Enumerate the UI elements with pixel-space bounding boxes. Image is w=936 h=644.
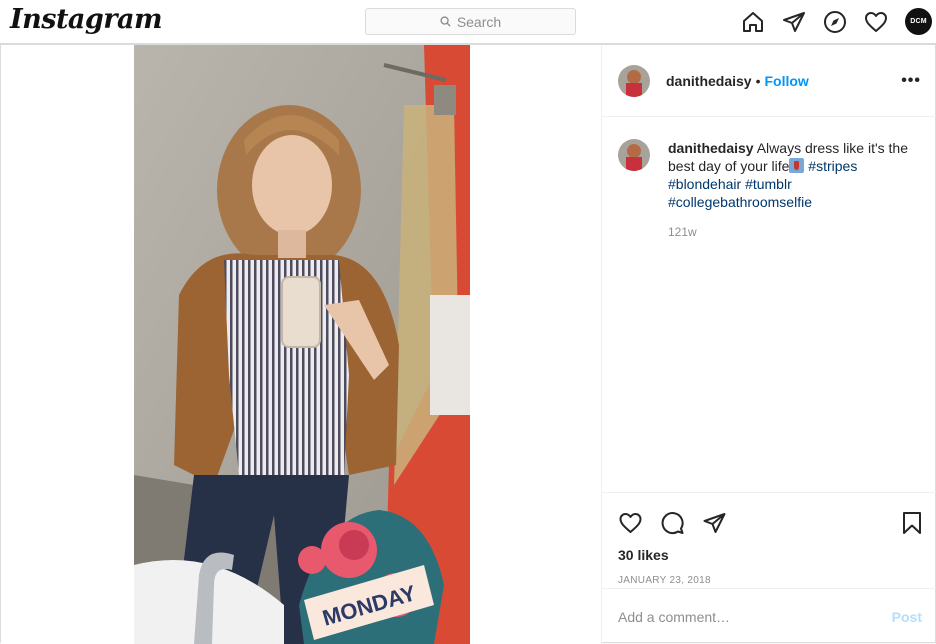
post-comment-button[interactable]: Post [892, 609, 922, 625]
post-sidebar: danithedaisy • Follow ••• danithedaisy A… [601, 45, 936, 644]
post-header: danithedaisy • Follow ••• [602, 45, 936, 117]
caption-text: danithedaisy Always dress like it's the … [668, 139, 914, 211]
activity-heart-icon[interactable] [864, 10, 888, 34]
caption-avatar[interactable] [618, 139, 650, 171]
search-placeholder: Search [456, 13, 502, 30]
profile-badge-text: DCM [910, 18, 927, 25]
author-username[interactable]: danithedaisy [666, 73, 752, 89]
caption-username[interactable]: danithedaisy [668, 140, 754, 156]
comment-form: Add a comment… Post [602, 588, 936, 644]
hashtag-link[interactable]: #collegebathroomselfie [668, 194, 812, 210]
necktie-emoji-icon [789, 158, 805, 173]
caption-time[interactable]: 121w [668, 225, 936, 239]
actions-section: 30 likes JANUARY 23, 2018 [602, 492, 936, 586]
more-options-icon[interactable]: ••• [901, 72, 921, 90]
caption: danithedaisy Always dress like it's the … [602, 117, 936, 211]
top-nav: Instagram Search DCM [0, 0, 936, 44]
selfie-photo-illustration: MONDAY [134, 45, 470, 644]
hashtag-link[interactable]: #stripes [808, 158, 857, 174]
explore-icon[interactable] [823, 10, 847, 34]
post-container: MONDAY danithedaisy • Follow ••• danithe… [0, 44, 936, 644]
direct-icon[interactable] [782, 10, 806, 34]
hashtag-link[interactable]: #tumblr [745, 176, 792, 192]
likes-count[interactable]: 30 likes [602, 547, 936, 563]
instagram-logo[interactable]: Instagram [10, 4, 163, 35]
post-photo[interactable]: MONDAY [134, 45, 470, 644]
comment-icon[interactable] [660, 511, 685, 535]
profile-avatar[interactable]: DCM [905, 8, 932, 35]
header-separator: • [755, 72, 761, 89]
share-icon[interactable] [702, 511, 727, 535]
post-date: JANUARY 23, 2018 [618, 575, 711, 586]
bookmark-icon[interactable] [900, 511, 924, 535]
home-icon[interactable] [741, 10, 765, 34]
search-icon [440, 16, 451, 27]
like-heart-icon[interactable] [618, 511, 643, 535]
media-area: MONDAY [1, 45, 601, 644]
author-avatar[interactable] [618, 64, 650, 97]
hashtag-link[interactable]: #blondehair [668, 176, 741, 192]
comment-input[interactable]: Add a comment… [618, 609, 730, 625]
search-input[interactable]: Search [365, 8, 576, 35]
action-bar [602, 493, 936, 543]
follow-button[interactable]: Follow [765, 73, 809, 89]
